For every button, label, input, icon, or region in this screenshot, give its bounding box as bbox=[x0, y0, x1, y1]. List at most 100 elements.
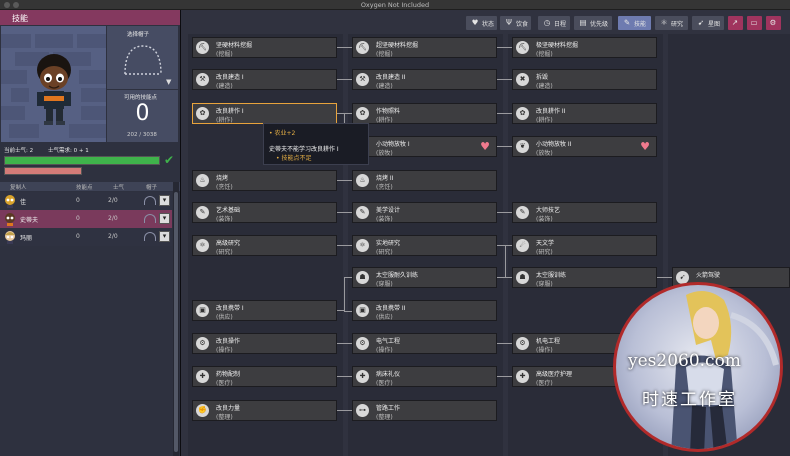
skill-node[interactable]: ⊶ 管路工作 (整理) bbox=[352, 400, 497, 421]
skill-node-hovered[interactable]: ✿ 改良耕作 I (耕作) bbox=[192, 103, 337, 124]
priority-icon: ▤ bbox=[579, 18, 587, 27]
skill-node[interactable]: ♨ 烧烤 (烹饪) bbox=[192, 170, 337, 191]
skill-group: (医疗) bbox=[376, 380, 393, 387]
skill-node[interactable]: ♨ 烧烤 II (烹饪) bbox=[352, 170, 497, 191]
trend-icon: ↗ bbox=[731, 18, 739, 27]
skill-node[interactable]: ⚙ 电气工程 (操作) bbox=[352, 333, 497, 354]
skill-node[interactable]: ✿ 改良耕作 II (耕作) bbox=[512, 103, 657, 124]
skill-node[interactable]: ✿ 作物照料 (耕作) bbox=[352, 103, 497, 124]
skill-name: 实地研究 bbox=[376, 240, 401, 247]
skill-group: (烹饪) bbox=[376, 184, 393, 191]
skill-node[interactable]: ✖ 拆毁 (建造) bbox=[512, 69, 657, 90]
operate-icon: ⚙ bbox=[356, 337, 369, 350]
header-morale[interactable]: 士气 bbox=[113, 183, 124, 191]
hat-dropdown-button[interactable]: ▾ bbox=[159, 195, 170, 206]
starmap-tab[interactable]: ➹ 星图 bbox=[692, 16, 724, 30]
plumbing-icon: ⊶ bbox=[356, 404, 369, 417]
skill-node[interactable]: ❦小动物放牧 I(放牧)♥ bbox=[352, 136, 497, 157]
status-tab[interactable]: ♥ 状态 bbox=[466, 16, 497, 30]
skills-tab[interactable]: 技能 bbox=[0, 10, 180, 25]
skill-node[interactable]: ⚒ 改良建造 II (建造) bbox=[352, 69, 497, 90]
hat-selector[interactable]: 选择帽子 ▼ bbox=[107, 26, 178, 89]
skill-node[interactable]: ✎ 大师技艺 (装饰) bbox=[512, 202, 657, 223]
pickaxe-icon: ⛏ bbox=[356, 41, 369, 54]
skill-name: 大师技艺 bbox=[536, 207, 561, 214]
skill-group: (医疗) bbox=[536, 380, 553, 387]
skill-name: 烧烤 bbox=[216, 175, 229, 182]
skill-group: (装饰) bbox=[376, 216, 393, 223]
skill-node[interactable]: ⚒ 改良建造 I (建造) bbox=[192, 69, 337, 90]
pickaxe-icon: ⛏ bbox=[196, 41, 209, 54]
skill-node[interactable]: ▣ 改良携带 II (供应) bbox=[352, 300, 497, 321]
diet-tab[interactable]: Ψ 饮食 bbox=[500, 16, 531, 30]
skill-group: (装饰) bbox=[216, 216, 233, 223]
gear-icon: ⚙ bbox=[769, 18, 777, 27]
hat-dropdown-icon[interactable]: ▼ bbox=[166, 78, 171, 86]
skill-node[interactable]: ⚛ 高级研究 (研究) bbox=[192, 235, 337, 256]
skill-group: (穿服) bbox=[536, 281, 553, 288]
skill-node[interactable]: ❦ 小动物放牧 II (放牧) ♥ bbox=[512, 136, 657, 157]
telescope-icon: ☄ bbox=[516, 239, 529, 252]
skill-node[interactable]: ✊ 改良力量 (整理) bbox=[192, 400, 337, 421]
settings-tab[interactable]: ⚙ bbox=[766, 16, 781, 30]
skill-name: 改良耕作 II bbox=[536, 108, 566, 115]
skill-name: 小动物放牧 II bbox=[536, 141, 572, 148]
skill-connector bbox=[344, 311, 352, 312]
skill-group: (放牧) bbox=[376, 150, 393, 157]
duplicant-morale: 2/0 bbox=[108, 197, 118, 204]
skills-tab-active[interactable]: ✎ 技能 bbox=[618, 16, 651, 30]
priority-tab[interactable]: ▤ 优先级 bbox=[574, 16, 612, 30]
watermark-url: yes2060.com bbox=[628, 351, 741, 371]
skill-name: 改良耕作 I bbox=[216, 108, 244, 115]
skill-node[interactable]: ⛏ 超坚硬材料挖掘 (挖掘) bbox=[352, 37, 497, 58]
skill-node[interactable]: ☗ 太空服耐久训练 (穿服) bbox=[352, 267, 497, 288]
header-duplicant[interactable]: 复制人 bbox=[10, 183, 27, 191]
skill-name: 高级研究 bbox=[216, 240, 241, 247]
skill-node[interactable]: ⛏ 极坚硬材料挖掘 (挖掘) bbox=[512, 37, 657, 58]
skill-group: (医疗) bbox=[216, 380, 233, 387]
header-skill-points[interactable]: 技能点 bbox=[76, 183, 93, 191]
skill-connector bbox=[337, 245, 352, 246]
skill-group: (研究) bbox=[536, 249, 553, 256]
skill-group: (耕作) bbox=[536, 117, 553, 124]
skill-node[interactable]: ✎ 美学设计 (装饰) bbox=[352, 202, 497, 223]
skill-connector bbox=[337, 212, 352, 213]
current-morale-bar bbox=[4, 156, 160, 165]
hat-dropdown-button[interactable]: ▾ bbox=[159, 231, 170, 242]
duplicant-avatar bbox=[5, 213, 15, 226]
duplicant-row[interactable]: 佳 0 2/0 ▾ bbox=[0, 192, 172, 210]
skill-name: 改良建造 II bbox=[376, 74, 406, 81]
skill-node[interactable]: ⚛ 实地研究 (研究) bbox=[352, 235, 497, 256]
skill-node[interactable]: ✚ 病床礼仪 (医疗) bbox=[352, 366, 497, 387]
skill-name: 药物配制 bbox=[216, 371, 241, 378]
scrollbar-thumb[interactable] bbox=[174, 192, 178, 452]
duplicant-row[interactable]: 玛丽 0 2/0 ▾ bbox=[0, 228, 172, 246]
header-hat[interactable]: 帽子 bbox=[146, 183, 157, 191]
hat-slot-icon bbox=[144, 196, 156, 205]
duplicant-row-selected[interactable]: 史蒂夫 0 2/0 ▾ bbox=[0, 210, 172, 228]
codex-tab[interactable]: ▭ bbox=[747, 16, 762, 30]
skill-group: (建造) bbox=[536, 83, 553, 90]
schedule-tab[interactable]: ◷ 日程 bbox=[538, 16, 570, 30]
hat-dropdown-button[interactable]: ▾ bbox=[159, 213, 170, 224]
brush-icon: ✎ bbox=[516, 206, 529, 219]
window-title: Oxygen Not Included bbox=[360, 1, 430, 9]
skill-node[interactable]: ⛏ 坚硬材料挖掘 (挖掘) bbox=[192, 37, 337, 58]
skill-group: (耕作) bbox=[376, 117, 393, 124]
skill-connector bbox=[497, 146, 512, 147]
report-tab[interactable]: ↗ bbox=[728, 16, 743, 30]
skill-node[interactable]: ☄ 天文学 (研究) bbox=[512, 235, 657, 256]
research-tab[interactable]: ⚛ 研究 bbox=[655, 16, 688, 30]
skill-node[interactable]: ✎ 艺术基础 (装饰) bbox=[192, 202, 337, 223]
hammer-icon: ⚒ bbox=[356, 73, 369, 86]
suit-icon: ☗ bbox=[516, 271, 529, 284]
skill-node[interactable]: ▣ 改良携带 I (供应) bbox=[192, 300, 337, 321]
skill-node[interactable]: ✚ 药物配制 (医疗) bbox=[192, 366, 337, 387]
xp-progress: 202 / 3038 bbox=[127, 132, 157, 138]
skill-group: (建造) bbox=[376, 83, 393, 90]
wrench-icon: ✎ bbox=[623, 18, 631, 27]
skill-name: 机电工程 bbox=[536, 338, 561, 345]
duplicant-panel: 技能 选择帽子 ▼ 可用的技能点 0 202 / 3038 当前士气: 2 士气… bbox=[0, 10, 180, 456]
skill-node[interactable]: ⚙ 改良操作 (操作) bbox=[192, 333, 337, 354]
skill-name: 电气工程 bbox=[376, 338, 401, 345]
